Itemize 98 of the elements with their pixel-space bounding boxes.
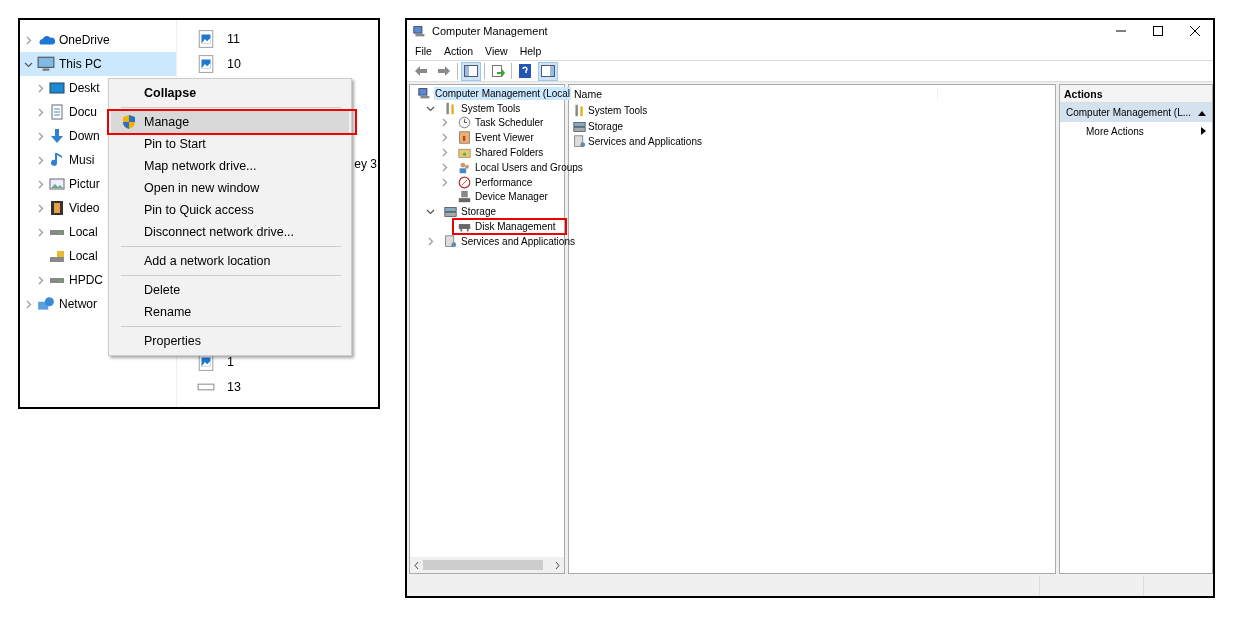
menu-item[interactable]: Delete: [111, 279, 349, 301]
computer-management-icon: [413, 24, 426, 38]
action-pane-button[interactable]: [538, 61, 558, 81]
file-icon: [197, 382, 215, 391]
actions-section[interactable]: Computer Management (L...: [1060, 103, 1212, 122]
actions-title: Actions: [1064, 87, 1103, 100]
file-name[interactable]: 13: [227, 379, 241, 394]
close-icon: [1189, 26, 1200, 36]
chevron-right-icon[interactable]: [36, 107, 45, 117]
image-file-icon: [197, 54, 215, 73]
maximize-icon: [1152, 26, 1163, 36]
chevron-right-icon[interactable]: [36, 83, 45, 93]
menu-item[interactable]: Add a network location: [111, 250, 349, 272]
menu-item[interactable]: Pin to Start: [111, 133, 349, 155]
panel-icon: [541, 65, 555, 77]
film-icon: [49, 200, 65, 216]
chevron-right-icon[interactable]: [426, 236, 435, 246]
tree-item[interactable]: Computer Management (Local: [434, 86, 572, 100]
tree-item[interactable]: Event Viewer: [474, 131, 535, 145]
menu-item[interactable]: Rename: [111, 301, 349, 323]
file-name[interactable]: 10: [227, 56, 241, 71]
chevron-right-icon[interactable]: [36, 155, 45, 165]
chevron-right-icon[interactable]: [24, 299, 33, 309]
nav-item[interactable]: This PC: [20, 52, 176, 76]
list-item[interactable]: System Tools: [588, 105, 648, 117]
event-log-icon: [458, 131, 471, 145]
image-file-icon: [197, 29, 215, 48]
document-icon: [49, 104, 65, 120]
chevron-down-icon[interactable]: [426, 207, 435, 217]
chevron-right-icon[interactable]: [36, 275, 45, 285]
file-name[interactable]: 11: [227, 31, 240, 46]
tree-item[interactable]: Task Scheduler: [474, 116, 545, 130]
menu-bar-item[interactable]: View: [479, 45, 514, 57]
list-item[interactable]: Services and Applications: [588, 136, 702, 148]
picture-icon: [49, 176, 65, 192]
tree-item[interactable]: Storage: [460, 205, 498, 219]
horizontal-scrollbar[interactable]: [410, 557, 564, 573]
performance-icon: [458, 175, 471, 189]
tree-item[interactable]: Local Users and Groups: [474, 160, 584, 174]
chevron-right-icon[interactable]: [36, 179, 45, 189]
back-arrow-icon: [414, 65, 428, 77]
menu-item[interactable]: Properties: [111, 330, 349, 352]
tree-item[interactable]: Shared Folders: [474, 146, 545, 160]
tools-icon: [573, 104, 586, 118]
column-header[interactable]: Name: [574, 88, 938, 100]
collapse-triangle-icon: [1198, 109, 1206, 116]
menu-bar-item[interactable]: Action: [437, 45, 480, 57]
tree-item[interactable]: Performance: [474, 175, 534, 189]
storage-icon: [573, 119, 586, 133]
storage-icon: [444, 205, 457, 219]
scroll-right-icon[interactable]: [554, 560, 561, 570]
tree-item[interactable]: Services and Applications: [460, 234, 576, 248]
menu-item[interactable]: Map network drive...: [111, 155, 349, 177]
file-name[interactable]: 1: [227, 354, 234, 369]
music-note-icon: [49, 152, 65, 168]
drive-icon: [49, 276, 65, 284]
menu-item[interactable]: Manage: [111, 111, 349, 133]
shared-folder-icon: [458, 146, 471, 160]
users-icon: [458, 160, 471, 174]
file-name[interactable]: ey 3: [354, 157, 377, 171]
help-icon: [519, 64, 531, 78]
chevron-right-icon[interactable]: [36, 227, 45, 237]
forward-arrow-icon: [437, 65, 451, 77]
export-icon: [491, 64, 505, 78]
chevron-right-icon[interactable]: [24, 35, 33, 45]
nav-item[interactable]: OneDrive: [20, 28, 176, 52]
list-item[interactable]: Storage: [588, 120, 624, 132]
chevron-right-icon[interactable]: [36, 203, 45, 213]
tools-icon: [444, 101, 457, 115]
computer-management-icon: [418, 86, 431, 100]
menu-bar-item[interactable]: Help: [513, 45, 548, 57]
menu-bar-item[interactable]: File: [409, 45, 438, 57]
locked-drive-icon: [49, 248, 65, 264]
shield-icon: [121, 114, 137, 130]
window-title: Computer Management: [432, 25, 548, 37]
menu-item[interactable]: Disconnect network drive...: [111, 221, 349, 243]
scroll-left-icon[interactable]: [413, 560, 420, 570]
services-icon: [444, 234, 457, 248]
tree-item[interactable]: Device Manager: [474, 190, 549, 204]
menu-item[interactable]: Pin to Quick access: [111, 199, 349, 221]
console-tree-button[interactable]: [461, 61, 481, 81]
submenu-triangle-icon: [1201, 127, 1206, 135]
monitor-icon: [49, 80, 65, 96]
drive-icon: [49, 228, 65, 236]
action-item[interactable]: More Actions: [1060, 122, 1212, 140]
network-icon: [37, 295, 55, 313]
down-arrow-icon: [49, 128, 65, 144]
services-icon: [573, 135, 586, 149]
monitor-icon: [37, 55, 55, 73]
menu-item[interactable]: Collapse: [111, 82, 349, 104]
menu-item[interactable]: Open in new window: [111, 177, 349, 199]
tree-item[interactable]: System Tools: [460, 101, 522, 115]
clock-icon: [458, 116, 471, 130]
panel-icon: [464, 65, 478, 77]
tree-item[interactable]: Disk Management: [474, 220, 557, 234]
device-icon: [458, 190, 471, 204]
chevron-right-icon[interactable]: [36, 131, 45, 141]
minimize-icon: [1115, 30, 1126, 32]
